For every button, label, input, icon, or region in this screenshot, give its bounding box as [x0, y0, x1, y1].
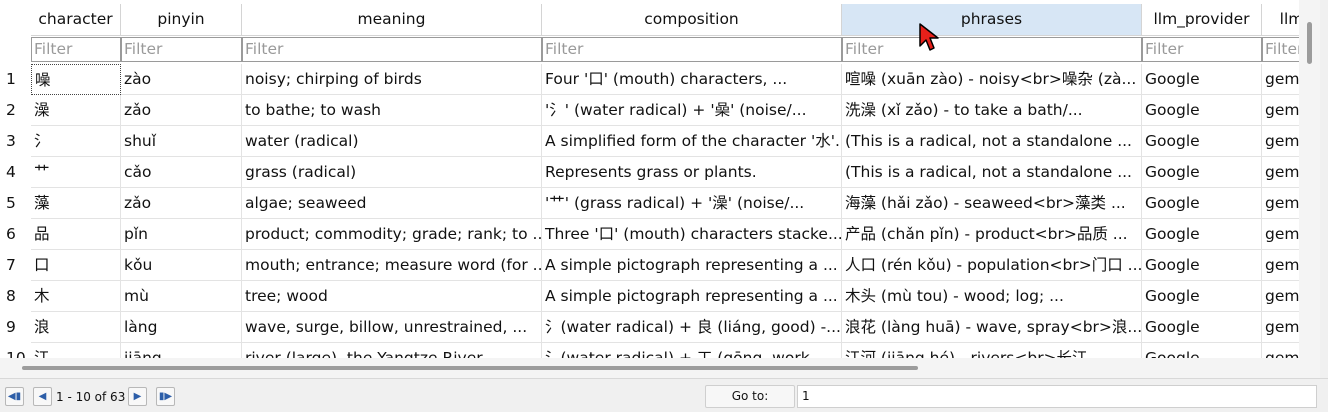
cell-composition[interactable]: '艹' (grass radical) + '澡' (noise/... [542, 188, 842, 219]
cell-meaning[interactable]: product; commodity; grade; rank; to ... [242, 219, 542, 250]
cell-llm-provider[interactable]: Google [1142, 64, 1262, 95]
cell-phrases[interactable]: (This is a radical, not a standalone ... [842, 126, 1142, 157]
horizontal-scrollbar[interactable] [0, 358, 1299, 378]
first-page-icon[interactable]: ◀▮ [5, 387, 24, 406]
table-row[interactable]: 2 澡 zǎo to bathe; to wash '氵' (water radical… [0, 95, 1320, 126]
next-page-icon[interactable]: ▶ [128, 387, 147, 406]
table-row[interactable]: 4 艹 cǎo grass (radical) Represents grass or … [0, 157, 1320, 188]
row-number[interactable]: 7 [0, 250, 31, 281]
cell-llm-provider[interactable]: Google [1142, 188, 1262, 219]
table-row[interactable]: 5 藻 zǎo algae; seaweed '艹' (grass radical) +… [0, 188, 1320, 219]
cell-phrases[interactable]: 洗澡 (xǐ zǎo) - to take a bath/... [842, 95, 1142, 126]
cell-character[interactable]: 木 [31, 281, 121, 312]
column-header-meaning[interactable]: meaning [242, 4, 542, 36]
cell-character[interactable]: 艹 [31, 157, 121, 188]
filter-input-pinyin[interactable]: Filter [121, 37, 242, 62]
row-number[interactable]: 3 [0, 126, 31, 157]
table-row[interactable]: 9 浪 làng wave, surge, billow, unrestrained,… [0, 312, 1320, 343]
row-number[interactable]: 6 [0, 219, 31, 250]
cell-phrases[interactable]: (This is a radical, not a standalone ... [842, 157, 1142, 188]
cell-meaning[interactable]: to bathe; to wash [242, 95, 542, 126]
row-number[interactable]: 2 [0, 95, 31, 126]
horizontal-scroll-thumb[interactable] [22, 366, 918, 370]
cell-llm-provider[interactable]: Google [1142, 157, 1262, 188]
row-number[interactable]: 8 [0, 281, 31, 312]
column-header-llm-provider[interactable]: llm_provider [1142, 4, 1262, 36]
cell-pinyin[interactable]: zào [121, 64, 242, 95]
row-number[interactable]: 9 [0, 312, 31, 343]
last-page-icon[interactable]: ▮▶ [156, 387, 175, 406]
cell-character[interactable]: 澡 [31, 95, 121, 126]
pager-bar: ◀▮ ◀ 1 - 10 of 63 ▶ ▮▶ Go to: 1 [0, 378, 1328, 412]
cell-pinyin[interactable]: pǐn [121, 219, 242, 250]
cell-pinyin[interactable]: zǎo [121, 188, 242, 219]
table-row[interactable]: 1 噪 zào noisy; chirping of birds Four '口' (m… [0, 64, 1320, 95]
row-number[interactable]: 4 [0, 157, 31, 188]
column-header-pinyin[interactable]: pinyin [121, 4, 242, 36]
cell-character[interactable]: 噪 [31, 64, 121, 95]
prev-page-icon[interactable]: ◀ [33, 387, 52, 406]
cell-pinyin[interactable]: kǒu [121, 250, 242, 281]
cell-meaning[interactable]: mouth; entrance; measure word (for ... [242, 250, 542, 281]
table-row[interactable]: 6 品 pǐn product; commodity; grade; rank; to… [0, 219, 1320, 250]
row-number[interactable]: 5 [0, 188, 31, 219]
table-row[interactable]: 3 氵 shuǐ water (radical) A simplified form o… [0, 126, 1320, 157]
cell-composition[interactable]: 氵(water radical) + 良 (liáng, good) -... [542, 312, 842, 343]
cell-llm-provider[interactable]: Google [1142, 281, 1262, 312]
cell-pinyin[interactable]: zǎo [121, 95, 242, 126]
cell-composition[interactable]: Four '口' (mouth) characters, ... [542, 64, 842, 95]
column-header-composition[interactable]: composition [542, 4, 842, 36]
cell-composition[interactable]: A simplified form of the character '水'..… [542, 126, 842, 157]
column-header-phrases[interactable]: phrases [842, 4, 1142, 36]
cell-character[interactable]: 口 [31, 250, 121, 281]
cell-phrases[interactable]: 产品 (chǎn pǐn) - product<br>品质 ... [842, 219, 1142, 250]
cell-meaning[interactable]: water (radical) [242, 126, 542, 157]
row-number[interactable]: 1 [0, 64, 31, 95]
column-header-character[interactable]: character [31, 4, 121, 36]
cell-phrases[interactable]: 木头 (mù tou) - wood; log; ... [842, 281, 1142, 312]
cell-phrases[interactable]: 海藻 (hǎi zǎo) - seaweed<br>藻类 ... [842, 188, 1142, 219]
cell-llm-provider[interactable]: Google [1142, 126, 1262, 157]
cell-pinyin[interactable]: làng [121, 312, 242, 343]
goto-page-input[interactable]: 1 [797, 385, 1317, 408]
cell-llm-provider[interactable]: Google [1142, 95, 1262, 126]
cell-llm-provider[interactable]: Google [1142, 250, 1262, 281]
cell-phrases[interactable]: 浪花 (làng huā) - wave, spray<br>浪... [842, 312, 1142, 343]
cell-meaning[interactable]: algae; seaweed [242, 188, 542, 219]
cell-composition[interactable]: Represents grass or plants. [542, 157, 842, 188]
page-range-label: 1 - 10 of 63 [56, 390, 126, 404]
filter-input-character[interactable]: Filter [31, 37, 121, 62]
data-grid: character pinyin meaning composition phrases… [0, 0, 1320, 378]
cell-composition[interactable]: A simple pictograph representing a ... [542, 281, 842, 312]
cell-meaning[interactable]: grass (radical) [242, 157, 542, 188]
cell-meaning[interactable]: tree; wood [242, 281, 542, 312]
cell-character[interactable]: 氵 [31, 126, 121, 157]
cell-composition[interactable]: Three '口' (mouth) characters stacke... [542, 219, 842, 250]
filter-input-composition[interactable]: Filter [542, 37, 842, 62]
cell-composition[interactable]: '氵' (water radical) + '喿' (noise/... [542, 95, 842, 126]
cell-pinyin[interactable]: shuǐ [121, 126, 242, 157]
table-row[interactable]: 8 木 mù tree; wood A simple pictograph repres… [0, 281, 1320, 312]
cell-pinyin[interactable]: cǎo [121, 157, 242, 188]
vertical-scroll-thumb[interactable] [1307, 22, 1312, 64]
cell-llm-provider[interactable]: Google [1142, 219, 1262, 250]
cell-character[interactable]: 品 [31, 219, 121, 250]
cell-character[interactable]: 浪 [31, 312, 121, 343]
cell-phrases[interactable]: 人口 (rén kǒu) - population<br>门口 ... [842, 250, 1142, 281]
cell-composition[interactable]: A simple pictograph representing a ... [542, 250, 842, 281]
filter-input-llm-provider[interactable]: Filter [1142, 37, 1262, 62]
filter-input-meaning[interactable]: Filter [242, 37, 542, 62]
cell-pinyin[interactable]: mù [121, 281, 242, 312]
table-row[interactable]: 7 口 kǒu mouth; entrance; measure word (for … [0, 250, 1320, 281]
cell-phrases[interactable]: 喧噪 (xuān zào) - noisy<br>噪杂 (zà... [842, 64, 1142, 95]
vertical-scrollbar[interactable] [1299, 0, 1320, 378]
cell-meaning[interactable]: wave, surge, billow, unrestrained, ... [242, 312, 542, 343]
mouse-pointer-icon [919, 23, 939, 51]
filter-input-phrases[interactable]: Filter [842, 37, 1142, 62]
goto-button[interactable]: Go to: [705, 385, 795, 408]
cell-llm-provider[interactable]: Google [1142, 312, 1262, 343]
cell-character[interactable]: 藻 [31, 188, 121, 219]
cell-meaning[interactable]: noisy; chirping of birds [242, 64, 542, 95]
